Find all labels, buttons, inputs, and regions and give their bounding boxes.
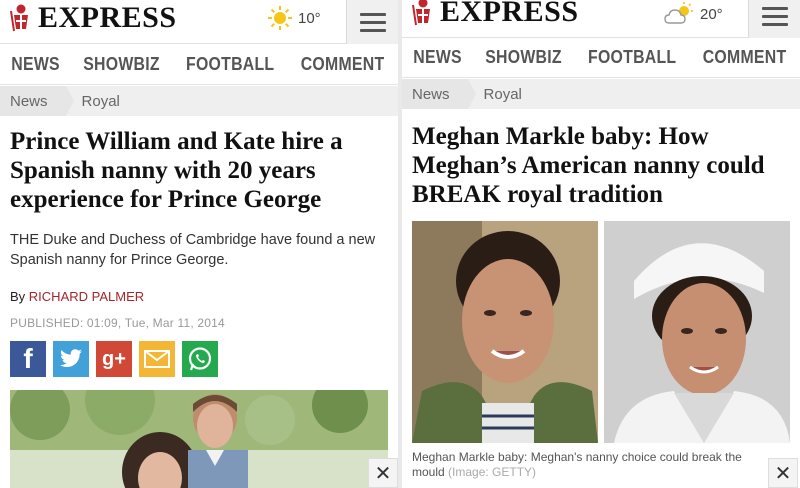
article-image-pair [412, 221, 790, 443]
cloud-sun-icon [664, 2, 693, 24]
weather-widget[interactable]: 20° [664, 2, 723, 26]
breadcrumb: News Royal [402, 79, 800, 109]
meghan-photo-left [412, 221, 598, 443]
article-headline: Meghan Markle baby: How Meghan’s America… [412, 123, 765, 208]
byline-prefix: By [10, 289, 26, 304]
nav-news[interactable]: NEWS [413, 47, 462, 68]
share-bar: f g+ [10, 341, 218, 377]
breadcrumb-news[interactable]: News [402, 79, 475, 109]
facebook-icon: f [23, 343, 33, 374]
hamburger-icon [359, 12, 386, 16]
logo-text: EXPRESS [440, 0, 579, 28]
crusader-logo-icon [10, 4, 28, 32]
weather-temp: 10° [298, 9, 321, 27]
googleplus-share-button[interactable]: g+ [96, 341, 132, 377]
twitter-icon [60, 349, 82, 367]
weather-widget[interactable]: 10° [268, 6, 321, 30]
nav-football[interactable]: FOOTBALL [186, 54, 274, 75]
royal-couple-photo [10, 390, 388, 488]
googleplus-icon: g+ [102, 347, 126, 370]
site-logo[interactable]: EXPRESS [410, 0, 579, 30]
image-caption: Meghan Markle baby: Meghan's nanny choic… [412, 450, 762, 480]
article-hero-image [10, 390, 388, 488]
close-ad-button[interactable]: ✕ [368, 458, 398, 488]
main-nav: NEWS SHOWBIZ FOOTBALL COMMENT [402, 38, 800, 78]
sun-icon [268, 6, 292, 30]
crusader-logo-icon [412, 0, 430, 26]
image-credit: (Image: GETTY) [448, 465, 537, 479]
nav-comment[interactable]: COMMENT [703, 47, 787, 68]
nav-showbiz[interactable]: SHOWBIZ [83, 54, 160, 75]
nav-news[interactable]: NEWS [11, 54, 60, 75]
menu-button[interactable] [346, 0, 398, 44]
nav-football[interactable]: FOOTBALL [588, 47, 676, 68]
byline: By RICHARD PALMER [10, 289, 144, 304]
breadcrumb-news[interactable]: News [0, 86, 73, 116]
close-ad-button[interactable]: ✕ [768, 458, 798, 488]
article-standfirst: THE Duke and Duchess of Cambridge have f… [10, 232, 376, 268]
portrait-photo [604, 221, 790, 443]
logo-text: EXPRESS [38, 1, 177, 34]
nav-showbiz[interactable]: SHOWBIZ [485, 47, 562, 68]
main-nav: NEWS SHOWBIZ FOOTBALL COMMENT [0, 45, 398, 85]
email-share-button[interactable] [139, 341, 175, 377]
site-logo[interactable]: EXPRESS [8, 0, 177, 36]
site-header: EXPRESS 20° [402, 0, 800, 38]
left-screenshot: EXPRESS 10° NEWS SHOWBIZ FOOTBALL COMMEN… [0, 0, 398, 488]
whatsapp-icon [188, 347, 212, 371]
author-link[interactable]: RICHARD PALMER [29, 289, 144, 304]
portrait-photo [412, 221, 598, 443]
hamburger-icon [761, 6, 788, 10]
article-headline: Prince William and Kate hire a Spanish n… [10, 128, 343, 213]
site-header: EXPRESS 10° [0, 0, 398, 44]
right-screenshot: EXPRESS 20° NEWS SHOWBIZ FOOTBALL COMMEN… [402, 0, 800, 488]
breadcrumb-royal[interactable]: Royal [66, 86, 130, 116]
close-icon: ✕ [374, 462, 392, 485]
weather-temp: 20° [700, 5, 723, 23]
menu-button[interactable] [748, 0, 800, 38]
close-icon: ✕ [774, 462, 792, 485]
whatsapp-share-button[interactable] [182, 341, 218, 377]
published-date: PUBLISHED: 01:09, Tue, Mar 11, 2014 [10, 316, 225, 330]
facebook-share-button[interactable]: f [10, 341, 46, 377]
breadcrumb-royal[interactable]: Royal [468, 79, 532, 109]
email-icon [144, 350, 170, 368]
twitter-share-button[interactable] [53, 341, 89, 377]
breadcrumb: News Royal [0, 86, 398, 116]
nav-comment[interactable]: COMMENT [301, 54, 385, 75]
meghan-photo-right [604, 221, 790, 443]
